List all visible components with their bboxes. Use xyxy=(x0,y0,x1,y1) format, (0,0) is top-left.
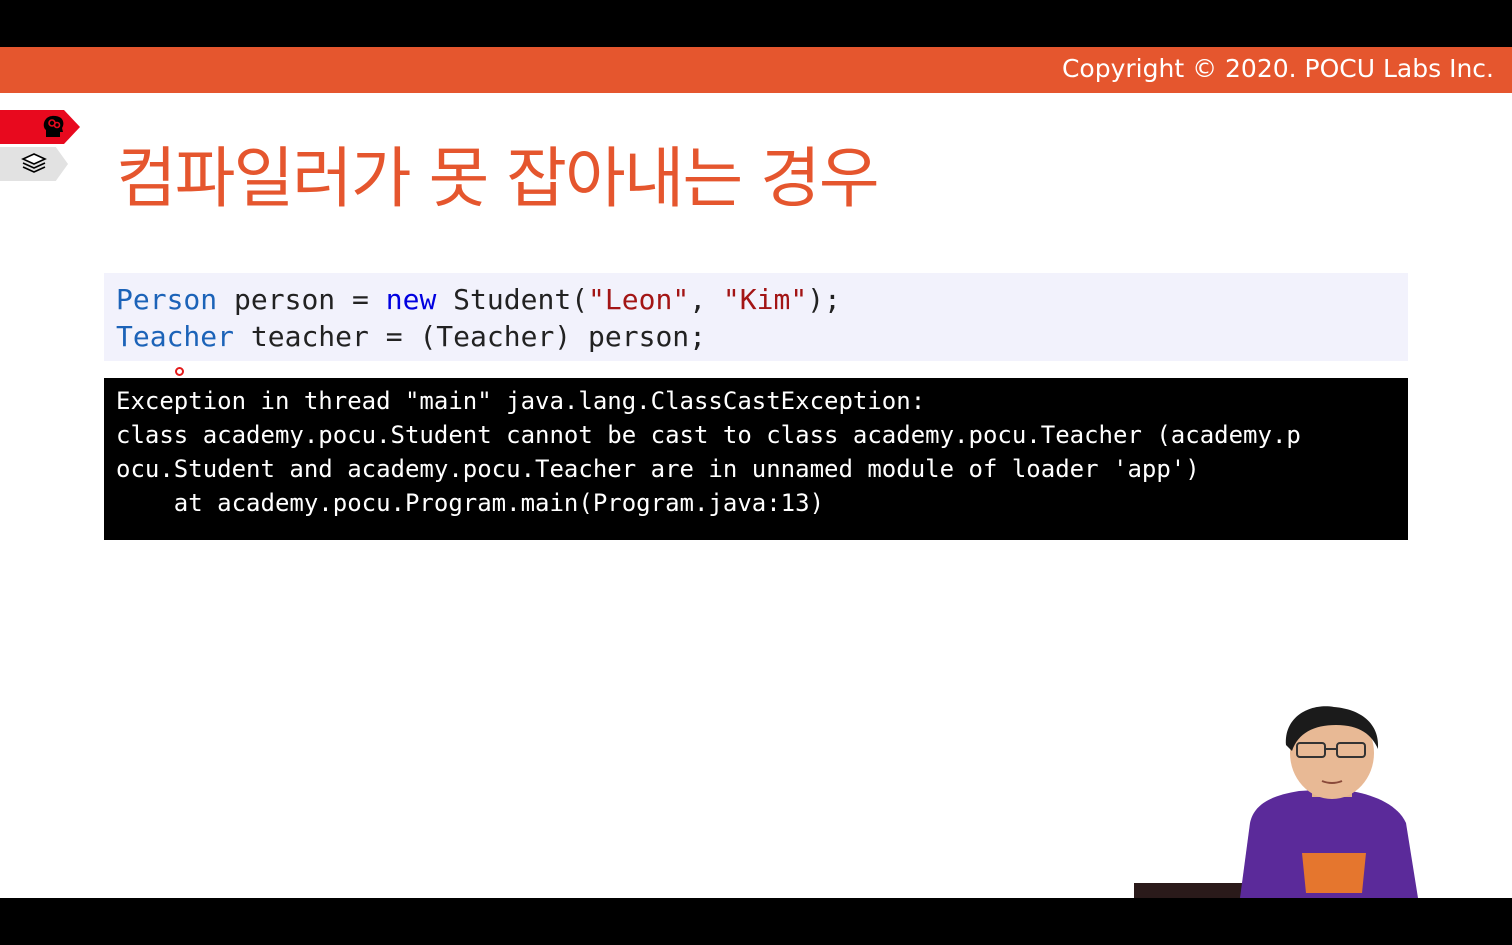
console-line: class academy.pocu.Student cannot be cas… xyxy=(116,421,1301,449)
console-line: Exception in thread "main" java.lang.Cla… xyxy=(116,387,926,415)
code-end: ); xyxy=(807,283,841,316)
code-line-2: Teacher teacher = (Teacher) person; xyxy=(116,318,1396,355)
code-ctor: Student( xyxy=(436,283,589,316)
presenter-video xyxy=(1134,703,1434,898)
header-bar: Copyright © 2020. POCU Labs Inc. xyxy=(0,47,1512,93)
code-string-leon: "Leon" xyxy=(588,283,690,316)
code-block: Person person = new Student("Leon", "Kim… xyxy=(104,273,1408,361)
code-separator: , xyxy=(689,283,723,316)
code-keyword-new: new xyxy=(385,283,437,316)
code-type-teacher: Teacher xyxy=(116,320,235,353)
slide: Copyright © 2020. POCU Labs Inc. 컴파일러가 못… xyxy=(0,47,1512,898)
console-output: Exception in thread "main" java.lang.Cla… xyxy=(104,378,1408,540)
copyright-text: Copyright © 2020. POCU Labs Inc. xyxy=(1061,54,1494,83)
code-line-1: Person person = new Student("Leon", "Kim… xyxy=(116,281,1396,318)
pointer-dot xyxy=(175,367,184,376)
code-var-person: person = xyxy=(217,283,386,316)
code-type-person: Person xyxy=(116,283,218,316)
console-line: at academy.pocu.Program.main(Program.jav… xyxy=(116,489,825,517)
console-line: ocu.Student and academy.pocu.Teacher are… xyxy=(116,455,1200,483)
brain-head-icon xyxy=(40,113,68,141)
code-cast-statement: teacher = (Teacher) person; xyxy=(234,320,707,353)
layers-stack-icon xyxy=(20,150,48,178)
slide-title: 컴파일러가 못 잡아내는 경우 xyxy=(116,140,880,217)
code-string-kim: "Kim" xyxy=(722,283,808,316)
